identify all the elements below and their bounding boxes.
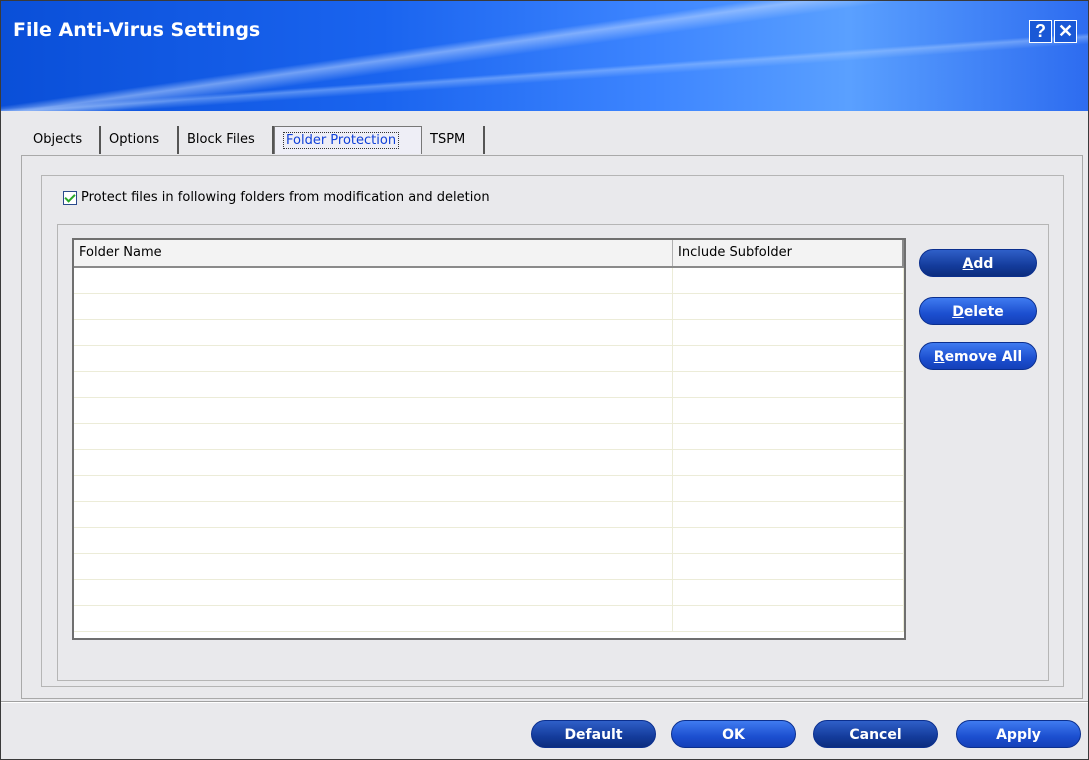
include-subfolder-cell — [673, 580, 904, 605]
cancel-button[interactable]: Cancel — [813, 720, 938, 748]
table-row[interactable] — [74, 502, 904, 528]
title-bar: File Anti-Virus Settings ? ✕ — [1, 1, 1088, 111]
folder-name-cell — [74, 580, 673, 605]
close-icon[interactable]: ✕ — [1054, 20, 1077, 43]
include-subfolder-cell — [673, 502, 904, 527]
include-subfolder-cell — [673, 372, 904, 397]
folder-name-cell — [74, 398, 673, 423]
table-row[interactable] — [74, 268, 904, 294]
table-row[interactable] — [74, 294, 904, 320]
tab-panel: Protect files in following folders from … — [21, 155, 1083, 699]
table-row[interactable] — [74, 606, 904, 632]
table-row[interactable] — [74, 450, 904, 476]
tab-block-files[interactable]: Block Files — [179, 126, 274, 154]
folder-name-cell — [74, 424, 673, 449]
default-button[interactable]: Default — [531, 720, 656, 748]
folder-name-cell — [74, 372, 673, 397]
table-row[interactable] — [74, 528, 904, 554]
folder-table[interactable]: Folder Name Include Subfolder — [72, 238, 906, 640]
folder-name-cell — [74, 554, 673, 579]
folder-name-cell — [74, 294, 673, 319]
table-row[interactable] — [74, 554, 904, 580]
delete-button[interactable]: Delete — [919, 297, 1037, 325]
include-subfolder-cell — [673, 450, 904, 475]
column-header-folder-name[interactable]: Folder Name — [74, 240, 673, 266]
tab-folder-protection[interactable]: Folder Protection — [274, 126, 422, 154]
protect-files-checkbox[interactable] — [63, 190, 77, 205]
include-subfolder-cell — [673, 424, 904, 449]
folder-name-cell — [74, 476, 673, 501]
include-subfolder-cell — [673, 476, 904, 501]
table-row[interactable] — [74, 398, 904, 424]
folder-name-cell — [74, 346, 673, 371]
settings-window: File Anti-Virus Settings ? ✕ Objects Opt… — [0, 0, 1089, 760]
remove-all-button[interactable]: Remove All — [919, 342, 1037, 370]
folder-list-group: Folder Name Include Subfolder Add Delete… — [57, 224, 1049, 681]
include-subfolder-cell — [673, 606, 904, 631]
add-button[interactable]: Add — [919, 249, 1037, 277]
tab-tspm[interactable]: TSPM — [422, 126, 485, 154]
table-row[interactable] — [74, 580, 904, 606]
help-icon[interactable]: ? — [1029, 20, 1052, 43]
folder-name-cell — [74, 502, 673, 527]
table-row[interactable] — [74, 320, 904, 346]
include-subfolder-cell — [673, 554, 904, 579]
apply-button[interactable]: Apply — [956, 720, 1081, 748]
folder-name-cell — [74, 528, 673, 553]
window-title: File Anti-Virus Settings — [13, 19, 261, 41]
table-body[interactable] — [74, 268, 904, 632]
tab-options[interactable]: Options — [101, 126, 179, 154]
table-row[interactable] — [74, 424, 904, 450]
include-subfolder-cell — [673, 294, 904, 319]
column-header-include-subfolder[interactable]: Include Subfolder — [673, 240, 904, 266]
footer-separator — [1, 701, 1088, 703]
ok-button[interactable]: OK — [671, 720, 796, 748]
include-subfolder-cell — [673, 528, 904, 553]
include-subfolder-cell — [673, 268, 904, 293]
folder-name-cell — [74, 268, 673, 293]
include-subfolder-cell — [673, 320, 904, 345]
table-header: Folder Name Include Subfolder — [74, 240, 904, 268]
include-subfolder-cell — [673, 398, 904, 423]
folder-name-cell — [74, 606, 673, 631]
table-row[interactable] — [74, 372, 904, 398]
folder-protection-group: Protect files in following folders from … — [41, 175, 1064, 687]
protect-files-option[interactable]: Protect files in following folders from … — [63, 190, 490, 205]
tab-objects[interactable]: Objects — [25, 126, 101, 154]
table-row[interactable] — [74, 476, 904, 502]
table-row[interactable] — [74, 346, 904, 372]
folder-name-cell — [74, 450, 673, 475]
folder-name-cell — [74, 320, 673, 345]
protect-files-label: Protect files in following folders from … — [81, 190, 490, 205]
include-subfolder-cell — [673, 346, 904, 371]
